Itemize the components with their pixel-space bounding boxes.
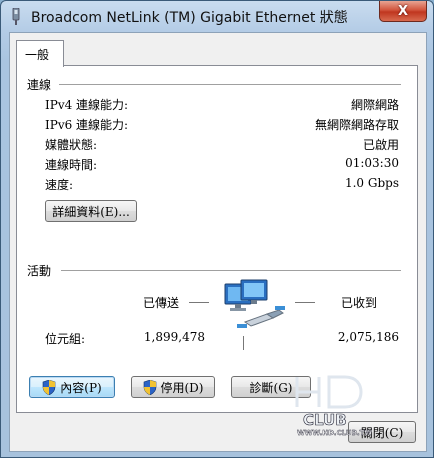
activity-divider xyxy=(61,270,401,271)
properties-button[interactable]: 內容(P) xyxy=(29,376,115,398)
bytes-received-value: 2,075,186 xyxy=(337,330,399,344)
ipv4-label: IPv4 連線能力: xyxy=(45,98,129,112)
status-window: Broadcom NetLink (TM) Gigabit Ethernet 狀… xyxy=(0,0,434,458)
tab-label: 一般 xyxy=(25,48,50,62)
activity-heading: 活動 xyxy=(27,264,52,278)
bytes-divider xyxy=(243,336,244,350)
ipv4-value: 網際網路 xyxy=(350,98,399,112)
shield-icon xyxy=(143,379,156,395)
duration-value: 01:03:30 xyxy=(345,156,399,170)
speed-value: 1.0 Gbps xyxy=(344,176,399,190)
connection-heading: 連線 xyxy=(27,78,52,92)
hd-club-watermark-logo: CLUB WWW.HD.CLUB.TW xyxy=(295,375,373,437)
window-title: Broadcom NetLink (TM) Gigabit Ethernet 狀… xyxy=(31,10,348,26)
disable-button[interactable]: 停用(D) xyxy=(131,376,215,398)
bytes-label: 位元組: xyxy=(45,332,86,346)
disable-button-label: 停用(D) xyxy=(160,380,204,395)
received-line xyxy=(295,302,315,303)
properties-button-label: 內容(P) xyxy=(60,380,102,395)
title-bar[interactable]: Broadcom NetLink (TM) Gigabit Ethernet 狀… xyxy=(1,1,433,31)
sent-label: 已傳送 xyxy=(143,296,180,310)
sent-line xyxy=(189,302,209,303)
connection-divider xyxy=(59,84,401,85)
media-state-value: 已啟用 xyxy=(362,138,399,152)
tab-general[interactable]: 一般 xyxy=(16,40,64,67)
network-adapter-icon xyxy=(12,8,20,25)
shield-icon xyxy=(42,379,56,395)
duration-label: 連線時間: xyxy=(45,158,98,172)
media-state-label: 媒體狀態: xyxy=(45,138,98,152)
bytes-sent-value: 1,899,478 xyxy=(143,330,205,344)
network-computers-icon xyxy=(224,279,285,328)
ipv6-value: 無網際網路存取 xyxy=(314,118,399,132)
details-button[interactable]: 詳細資料(E)... xyxy=(45,200,137,222)
svg-text:CLUB: CLUB xyxy=(303,411,347,429)
close-icon: X xyxy=(397,3,409,19)
svg-text:WWW.HD.CLUB.TW: WWW.HD.CLUB.TW xyxy=(297,429,372,437)
speed-label: 速度: xyxy=(45,178,74,192)
general-panel: 連線 IPv4 連線能力: 網際網路 IPv6 連線能力: 無網際網路存取 媒體… xyxy=(16,65,418,413)
received-label: 已收到 xyxy=(341,296,378,310)
ipv6-label: IPv6 連線能力: xyxy=(45,118,129,132)
title-close-button[interactable]: X xyxy=(379,1,427,22)
